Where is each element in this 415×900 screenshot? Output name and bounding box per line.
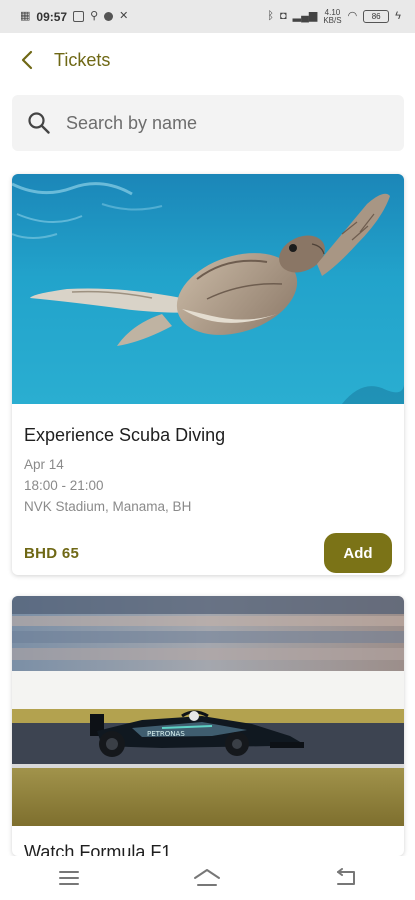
ticket-card[interactable]: PETRONAS Watch Formula F1 <box>12 596 404 856</box>
ticket-time: 18:00 - 21:00 <box>24 478 104 493</box>
ticket-footer: BHD 65 Add <box>24 533 392 573</box>
notification-box-icon <box>73 11 85 22</box>
ticket-card-body: Experience Scuba Diving Apr 14 18:00 - 2… <box>12 404 404 573</box>
net-speed: 4.10 KB/S <box>323 8 342 25</box>
ticket-date: Apr 14 <box>24 457 64 472</box>
ticket-price: BHD 65 <box>24 544 80 562</box>
bluetooth-icon: ᛒ <box>267 10 274 22</box>
search-input[interactable] <box>66 112 356 134</box>
system-navigation-bar <box>0 856 415 900</box>
back-button[interactable] <box>4 37 50 83</box>
recent-apps-button[interactable] <box>39 858 99 898</box>
back-icon <box>336 868 355 885</box>
grid-icon: ▦ <box>20 10 31 22</box>
status-bar: ▦ 09:57 ⚲ ✕ ᛒ ◘ ▂▄▆ 4.10 KB/S ◠ 86 ϟ <box>0 0 415 33</box>
chevron-left-icon <box>21 50 33 70</box>
search-icon <box>26 110 52 136</box>
vibrate-icon: ◘ <box>279 10 287 22</box>
net-speed-unit: KB/S <box>323 15 342 25</box>
ticket-image-formula-one: PETRONAS <box>12 596 404 826</box>
home-button[interactable] <box>177 858 237 898</box>
search-box[interactable] <box>12 95 404 151</box>
ticket-card[interactable]: Experience Scuba Diving Apr 14 18:00 - 2… <box>12 174 404 575</box>
status-left: ▦ 09:57 ⚲ ✕ <box>20 10 128 24</box>
ticket-title: Watch Formula F1 <box>24 842 172 856</box>
wifi-icon: ◠ <box>347 10 358 22</box>
ticket-venue: NVK Stadium, Manama, BH <box>24 499 192 514</box>
svg-text:PETRONAS: PETRONAS <box>147 730 185 738</box>
usb-icon: ⚲ <box>90 10 99 22</box>
ticket-image-sea-turtle <box>12 174 404 404</box>
battery-icon: 86 <box>363 10 390 23</box>
add-ticket-button[interactable]: Add <box>324 533 392 573</box>
home-icon <box>194 869 221 886</box>
menu-icon <box>59 871 80 885</box>
status-time: 09:57 <box>36 9 68 24</box>
signal-icon: ▂▄▆ <box>292 10 318 22</box>
status-right: ᛒ ◘ ▂▄▆ 4.10 KB/S ◠ 86 ϟ <box>267 8 401 25</box>
ticket-title: Experience Scuba Diving <box>24 425 226 445</box>
app-header: Tickets <box>0 33 415 87</box>
page-title: Tickets <box>54 49 111 70</box>
charging-icon: ϟ <box>395 10 401 22</box>
tools-icon: ✕ <box>119 10 129 22</box>
message-icon <box>104 12 114 21</box>
system-back-button[interactable] <box>316 858 376 898</box>
